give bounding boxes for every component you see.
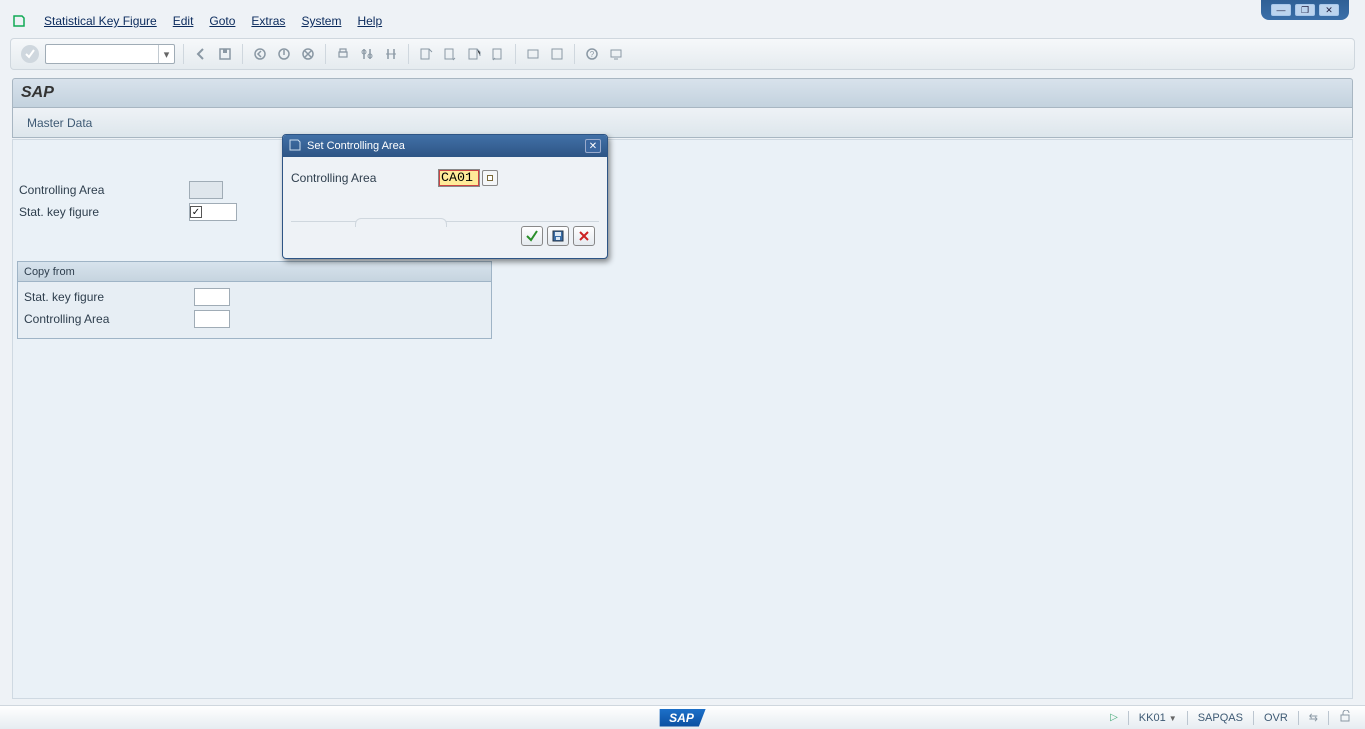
shortcut-icon[interactable] <box>548 45 566 63</box>
copy-stat-key-figure-input[interactable] <box>194 288 230 306</box>
dialog-title-text: Set Controlling Area <box>307 140 405 152</box>
back-nav-icon[interactable] <box>251 45 269 63</box>
copy-controlling-area-label: Controlling Area <box>24 312 184 326</box>
dialog-continue-button[interactable] <box>521 226 543 246</box>
dialog-close-button[interactable]: ✕ <box>585 139 601 153</box>
controlling-area-label: Controlling Area <box>19 183 179 197</box>
menu-edit[interactable]: Edit <box>173 14 194 28</box>
prev-page-icon[interactable] <box>441 45 459 63</box>
copy-stat-key-figure-label: Stat. key figure <box>24 290 184 304</box>
dialog-save-button[interactable] <box>547 226 569 246</box>
dialog-controlling-area-input[interactable] <box>438 169 480 187</box>
help-icon[interactable]: ? <box>583 45 601 63</box>
sap-logo: SAP <box>659 709 706 727</box>
new-session-icon[interactable] <box>524 45 542 63</box>
copy-controlling-area-input[interactable] <box>194 310 230 328</box>
standard-toolbar: ▾ ? <box>10 38 1355 70</box>
find-icon[interactable] <box>358 45 376 63</box>
status-expand-icon[interactable]: ▷ <box>1110 712 1118 723</box>
menu-goto[interactable]: Goto <box>209 14 235 28</box>
dialog-controlling-area-row: Controlling Area <box>291 167 599 189</box>
status-tcode[interactable]: KK01 ▼ <box>1139 712 1177 724</box>
next-page-icon[interactable] <box>465 45 483 63</box>
title-bar: SAP <box>12 78 1353 108</box>
svg-text:?: ? <box>590 50 595 59</box>
master-data-button[interactable]: Master Data <box>27 116 92 130</box>
dialog-cancel-button[interactable] <box>573 226 595 246</box>
find-next-icon[interactable] <box>382 45 400 63</box>
status-system: SAPQAS <box>1198 712 1243 724</box>
maximize-button[interactable]: ❐ <box>1295 4 1315 16</box>
chevron-down-icon[interactable]: ▾ <box>158 45 174 63</box>
row-controlling-area: Controlling Area <box>19 180 223 200</box>
dialog-icon <box>289 139 301 154</box>
menu-statistical-key-figure[interactable]: Statistical Key Figure <box>44 14 157 28</box>
first-page-icon[interactable] <box>417 45 435 63</box>
controlling-area-input <box>189 181 223 199</box>
save-icon[interactable] <box>216 45 234 63</box>
copy-controlling-area-row: Controlling Area <box>24 308 485 330</box>
menu-help[interactable]: Help <box>357 14 382 28</box>
stat-key-figure-label: Stat. key figure <box>19 205 179 219</box>
app-title: SAP <box>21 84 54 102</box>
application-toolbar: Master Data <box>12 108 1353 138</box>
status-sep-icon[interactable]: ⇆ <box>1309 711 1318 724</box>
layout-icon[interactable] <box>607 45 625 63</box>
f4-icon <box>487 175 493 181</box>
dialog-controlling-area-label: Controlling Area <box>291 171 426 185</box>
minimize-button[interactable]: — <box>1271 4 1291 16</box>
back-icon[interactable] <box>192 45 210 63</box>
print-icon[interactable] <box>334 45 352 63</box>
row-stat-key-figure: Stat. key figure ✓ <box>19 202 237 222</box>
status-lock-icon[interactable] <box>1339 710 1351 725</box>
dialog-title-bar[interactable]: Set Controlling Area ✕ <box>283 135 607 157</box>
close-button[interactable]: ✕ <box>1319 4 1339 16</box>
content-area: Controlling Area Stat. key figure ✓ Copy… <box>12 139 1353 699</box>
cancel-nav-icon[interactable] <box>299 45 317 63</box>
menu-extras[interactable]: Extras <box>251 14 285 28</box>
status-bar: SAP ▷ KK01 ▼ SAPQAS OVR ⇆ <box>0 705 1365 729</box>
menu-bar: Statistical Key Figure Edit Goto Extras … <box>10 10 382 32</box>
stat-key-figure-checkbox[interactable]: ✓ <box>190 206 202 218</box>
chevron-down-icon: ▼ <box>1169 714 1177 723</box>
app-window: — ❐ ✕ Statistical Key Figure Edit Goto E… <box>0 0 1365 729</box>
set-controlling-area-dialog: Set Controlling Area ✕ Controlling Area <box>282 134 608 259</box>
copy-stat-key-figure-row: Stat. key figure <box>24 286 485 308</box>
f4-help-button[interactable] <box>482 170 498 186</box>
copy-from-header: Copy from <box>18 262 491 282</box>
command-field[interactable]: ▾ <box>45 44 175 64</box>
last-page-icon[interactable] <box>489 45 507 63</box>
sap-menu-icon[interactable] <box>10 12 28 30</box>
status-mode: OVR <box>1264 712 1288 724</box>
copy-from-group: Copy from Stat. key figure Controlling A… <box>17 261 492 339</box>
window-controls: — ❐ ✕ <box>1261 0 1349 20</box>
enter-button[interactable] <box>21 45 39 63</box>
dialog-button-bar <box>291 221 599 250</box>
exit-nav-icon[interactable] <box>275 45 293 63</box>
menu-system[interactable]: System <box>301 14 341 28</box>
